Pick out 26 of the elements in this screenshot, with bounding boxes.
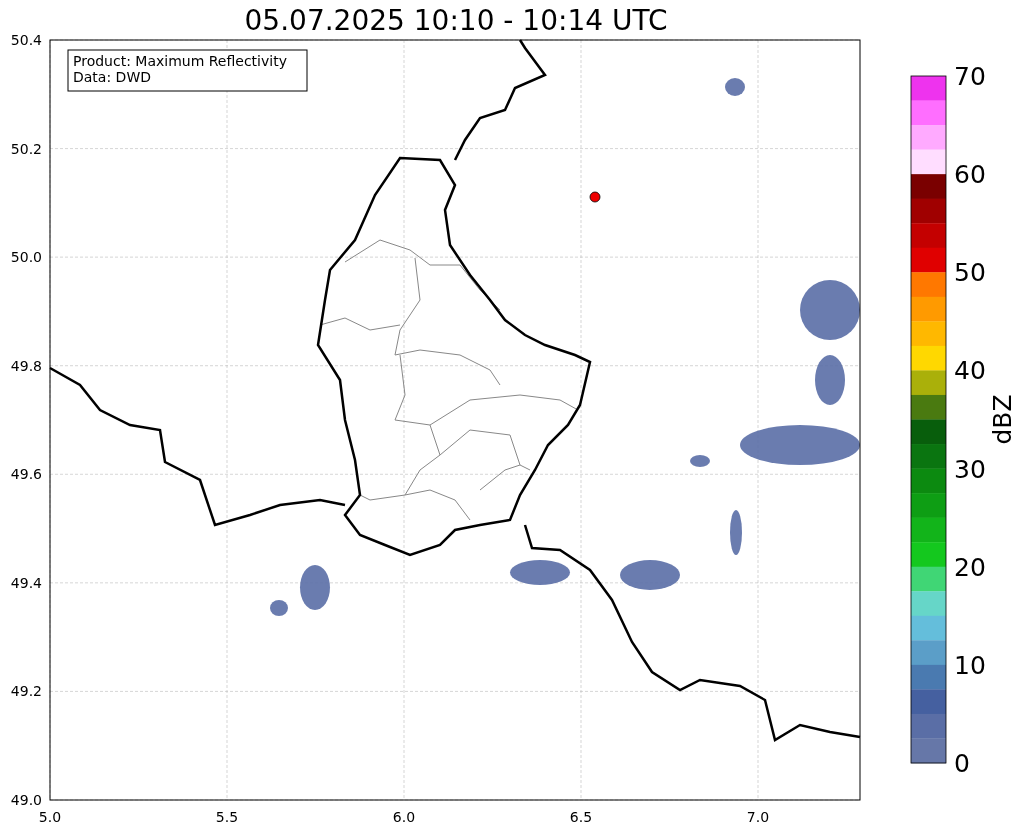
axis-tick-label: 49.2 (10, 683, 42, 700)
colorbar-tick-label: 10 (954, 650, 986, 680)
colorbar-tick-label: 30 (954, 454, 986, 484)
info-text: Data: DWD (73, 69, 151, 85)
colorbar-tick-label: 70 (954, 62, 986, 91)
axis-tick-label: 6.5 (569, 809, 593, 825)
axis-tick-label: 49.6 (10, 466, 42, 483)
axis-tick-label: 5.5 (215, 809, 239, 825)
axis-tick-label: 5.0 (38, 809, 62, 825)
colorbar-tick-label: 20 (954, 552, 986, 582)
axis-tick-label: 6.0 (392, 809, 416, 825)
chart-title: 05.07.2025 10:10 - 10:14 UTC (244, 4, 668, 38)
axis-tick-label: 7.0 (746, 809, 770, 825)
colorbar-label: dBZ (988, 394, 1017, 445)
colorbar-tick-label: 50 (954, 258, 986, 288)
colorbar-tick-label: 60 (954, 160, 986, 190)
axis-tick-label: 49.4 (10, 574, 42, 591)
axis-tick-label: 49.8 (10, 357, 42, 374)
axis-tick-label: 50.2 (10, 140, 42, 157)
colorbar-tick-label: 0 (954, 749, 970, 778)
location-marker-icon (589, 191, 601, 203)
info-text: Product: Maximum Reflectivity (73, 53, 287, 69)
axis-tick-label: 50.4 (10, 32, 42, 48)
axis-tick-label: 50.0 (10, 249, 42, 266)
axis-tick-label: 49.0 (10, 792, 42, 808)
colorbar-tick-label: 40 (954, 356, 986, 386)
